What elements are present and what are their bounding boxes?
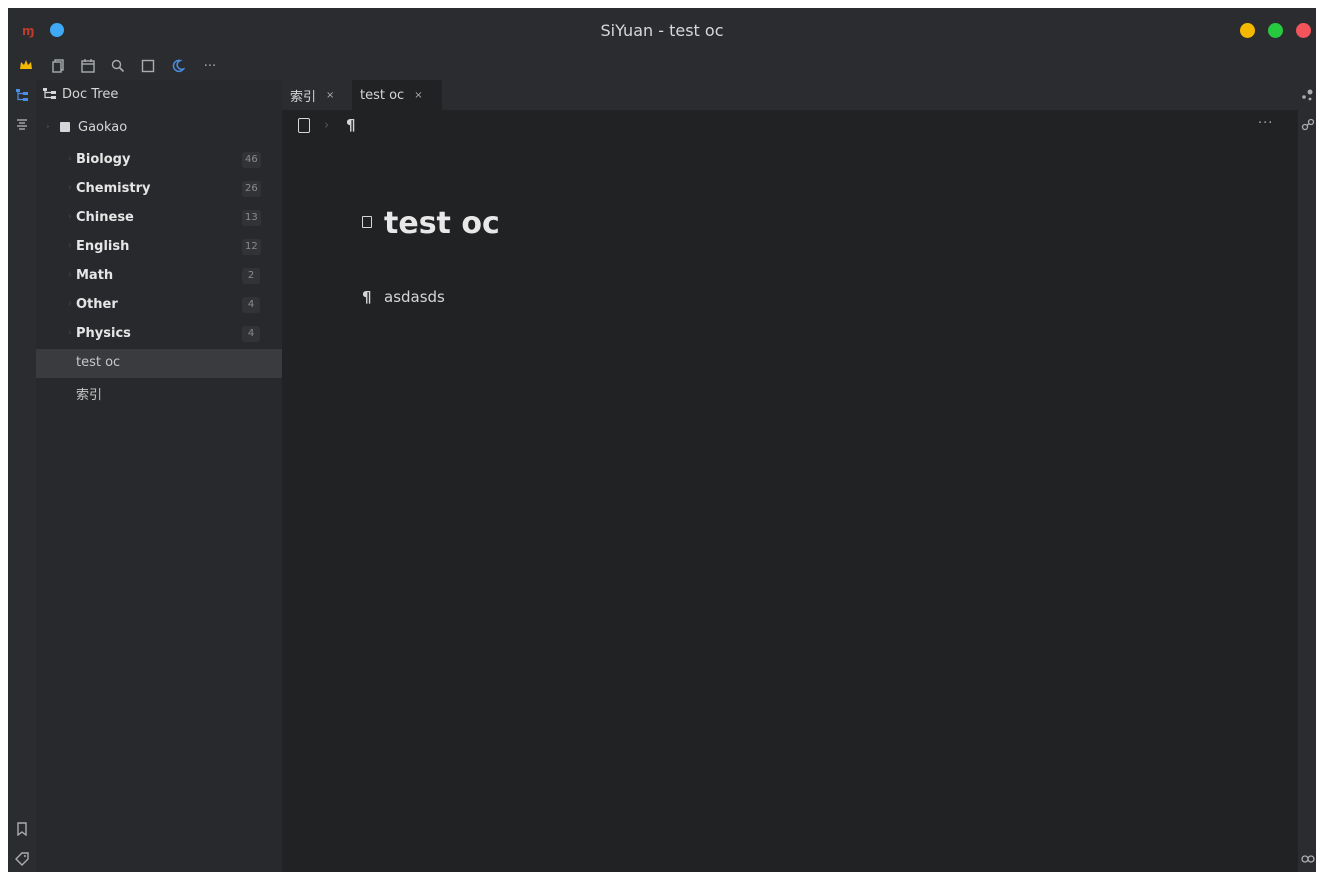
tree-item-english[interactable]: › English 12 [36,233,282,262]
tree-item-other[interactable]: › Other 4 [36,291,282,320]
close-icon[interactable]: × [326,90,334,101]
tree-item-chemistry[interactable]: › Chemistry 26 [36,175,282,204]
tree-item-label: Physics [76,326,131,341]
paragraph-block[interactable]: asdasds [384,288,445,306]
window-title: SiYuan - test oc [600,21,724,40]
copy-icon[interactable] [50,59,66,75]
tab-label: test oc [360,87,405,103]
tree-item-index[interactable]: 索引 [36,378,282,407]
link-icon[interactable] [1300,852,1316,868]
left-dock [8,80,36,872]
file-icon[interactable] [298,118,310,133]
moon-icon[interactable] [170,59,186,75]
app-window: ɱ SiYuan - test oc ··· Doc Tree › Gaokao… [8,8,1316,872]
tag-icon[interactable] [14,852,30,868]
graph-icon[interactable] [1300,88,1316,104]
notebook-label: Gaokao [78,120,128,135]
bookmark-icon[interactable] [14,822,30,838]
paragraph-icon[interactable]: ¶ [362,288,372,306]
tree-item-label: Chinese [76,210,134,225]
doc-count-badge: 26 [242,181,261,197]
tab-label: 索引 [290,89,317,105]
right-dock [1298,80,1316,872]
maximize-button[interactable] [1268,23,1283,38]
doc-count-badge: 12 [242,239,261,255]
tree-item-label: Other [76,297,118,312]
toolbar: ··· [8,54,1316,80]
notebook-icon [60,122,70,132]
title-bar: ɱ SiYuan - test oc [8,8,1316,54]
tab-test-oc[interactable]: test oc × [352,80,442,110]
minimize-button[interactable] [1240,23,1255,38]
doc-count-badge: 2 [242,268,260,284]
doc-tree-icon [43,88,57,103]
chevron-right-icon[interactable]: › [68,241,72,251]
crown-icon[interactable] [18,59,34,75]
doc-tree-header: Doc Tree [36,80,282,110]
tree-item-label: English [76,239,130,254]
tree-item-test-oc[interactable]: test oc [36,349,282,378]
document-title[interactable]: test oc [384,206,500,241]
tree-item-physics[interactable]: › Physics 4 [36,320,282,349]
backlinks-icon[interactable] [1300,118,1316,134]
doc-tree-panel: Doc Tree › Gaokao › Biology 46 › Chemist… [36,80,282,872]
more-icon[interactable]: ··· [1258,116,1273,131]
tree-item-label: test oc [76,355,121,370]
tree-item-label: Math [76,268,114,283]
editor-area: 索引 × test oc × › ¶ ··· test oc ¶ asdasds [282,80,1298,872]
tree-item-biology[interactable]: › Biology 46 [36,146,282,175]
doc-count-badge: 4 [242,297,260,313]
doc-icon[interactable] [362,216,372,228]
tree-item-math[interactable]: › Math 2 [36,262,282,291]
search-icon[interactable] [110,59,126,75]
doc-count-badge: 13 [242,210,261,226]
outline-icon[interactable] [14,118,30,134]
tab-index[interactable]: 索引 × [290,80,350,110]
doc-count-badge: 4 [242,326,260,342]
doc-tree-title: Doc Tree [62,87,119,102]
tab-bar: 索引 × test oc × [282,80,1298,110]
calendar-icon[interactable] [80,59,96,75]
tree-item-label: Chemistry [76,181,151,196]
chevron-right-icon[interactable]: › [68,328,72,338]
square-icon[interactable] [140,59,156,75]
notebook-gaokao[interactable]: › Gaokao [36,116,282,142]
chevron-right-icon[interactable]: › [46,122,50,132]
breadcrumb: › ¶ ··· [282,110,1298,144]
chevron-right-icon[interactable]: › [68,212,72,222]
doc-count-badge: 46 [242,152,261,168]
file-tree-icon[interactable] [14,88,30,104]
tree-item-chinese[interactable]: › Chinese 13 [36,204,282,233]
chevron-right-icon[interactable]: › [68,270,72,280]
chevron-right-icon[interactable]: › [68,183,72,193]
tree-item-label: 索引 [76,388,103,403]
chevron-right-icon[interactable]: › [68,154,72,164]
close-icon[interactable]: × [414,90,422,101]
close-window-button[interactable] [1296,23,1311,38]
paragraph-icon[interactable]: ¶ [346,116,356,134]
tree-item-label: Biology [76,152,131,167]
chevron-right-icon: › [324,118,330,133]
more-icon[interactable]: ··· [202,59,218,75]
chevron-right-icon[interactable]: › [68,299,72,309]
